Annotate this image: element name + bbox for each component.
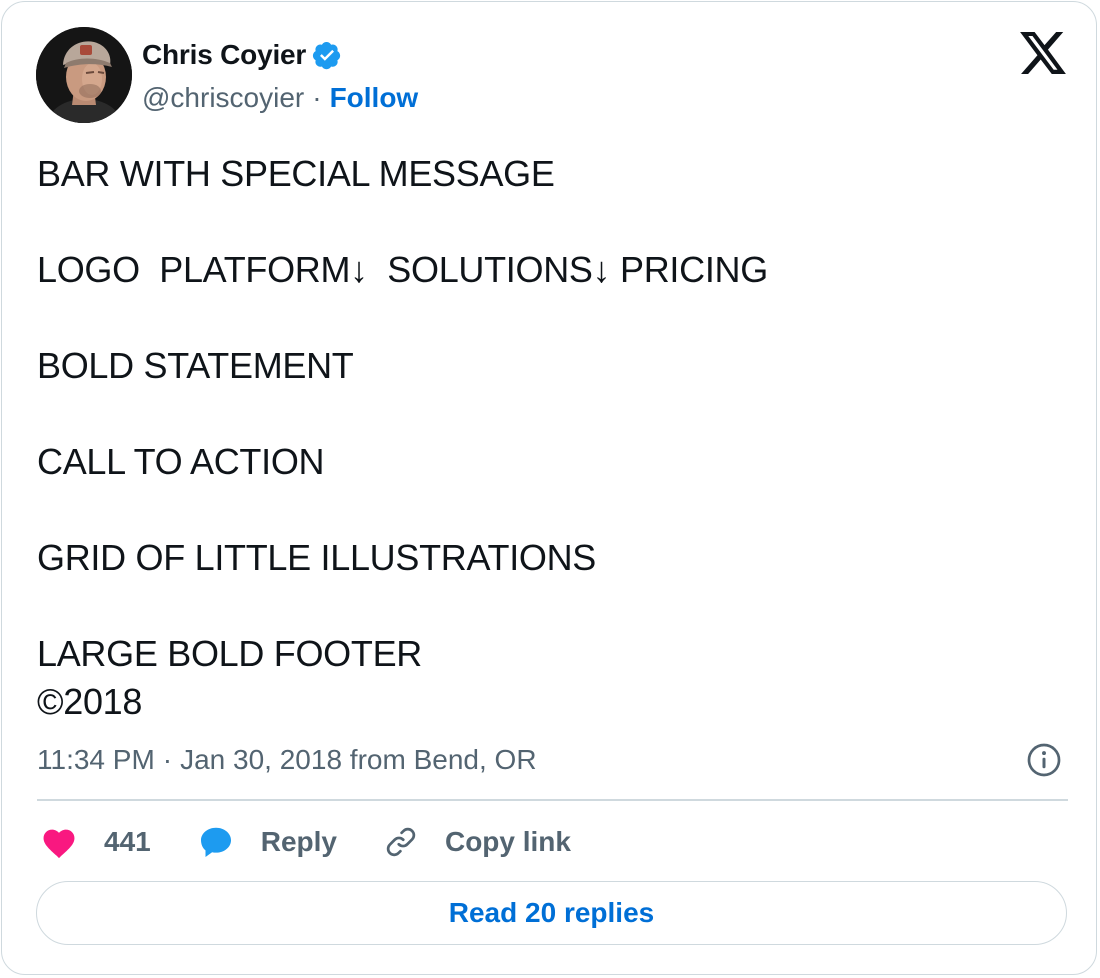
info-icon[interactable] xyxy=(1026,742,1062,778)
speech-bubble-icon xyxy=(200,827,231,857)
verified-badge-icon xyxy=(312,40,342,70)
copy-link-button[interactable]: Copy link xyxy=(383,824,571,860)
read-replies-button[interactable]: Read 20 replies xyxy=(36,881,1067,945)
author-name[interactable]: Chris Coyier xyxy=(142,39,306,71)
tweet-line: CALL TO ACTION xyxy=(37,441,325,482)
link-icon xyxy=(386,827,416,857)
author-name-row: Chris Coyier xyxy=(142,36,342,74)
like-count: 441 xyxy=(104,826,151,857)
tweet-meta: 11:34 PM · Jan 30, 2018 from Bend, OR xyxy=(37,740,537,780)
follow-button[interactable]: Follow xyxy=(330,82,419,114)
like-button[interactable]: 441 xyxy=(40,825,151,859)
tweet-card: Chris Coyier @chriscoyier · Follow BAR W… xyxy=(1,1,1097,975)
avatar-image xyxy=(36,27,132,123)
reply-button[interactable]: Reply xyxy=(197,824,337,860)
tweet-date-location[interactable]: Jan 30, 2018 from Bend, OR xyxy=(180,740,536,780)
tweet-line: GRID OF LITTLE ILLUSTRATIONS xyxy=(37,537,597,578)
avatar[interactable] xyxy=(36,27,132,123)
reply-label: Reply xyxy=(260,826,337,857)
copy-link-label: Copy link xyxy=(444,826,571,857)
x-logo-icon[interactable] xyxy=(1020,32,1066,74)
heart-icon xyxy=(43,829,75,859)
tweet-line: ©2018 xyxy=(37,681,143,722)
meta-separator: · xyxy=(162,744,173,775)
tweet-text: BAR WITH SPECIAL MESSAGE LOGO PLATFORM↓ … xyxy=(37,150,1047,726)
divider xyxy=(37,799,1068,801)
tweet-time[interactable]: 11:34 PM xyxy=(37,740,155,780)
tweet-line: LOGO PLATFORM↓ SOLUTIONS↓ PRICING xyxy=(37,249,768,290)
tweet-line: BOLD STATEMENT xyxy=(37,345,354,386)
tweet-line: BAR WITH SPECIAL MESSAGE xyxy=(37,153,555,194)
handle-separator: · xyxy=(312,82,322,113)
author-handle-row: @chriscoyier · Follow xyxy=(142,80,418,116)
action-bar: 441 Reply Copy link xyxy=(40,820,617,864)
author-handle[interactable]: @chriscoyier xyxy=(142,82,304,114)
tweet-line: LARGE BOLD FOOTER xyxy=(37,633,422,674)
